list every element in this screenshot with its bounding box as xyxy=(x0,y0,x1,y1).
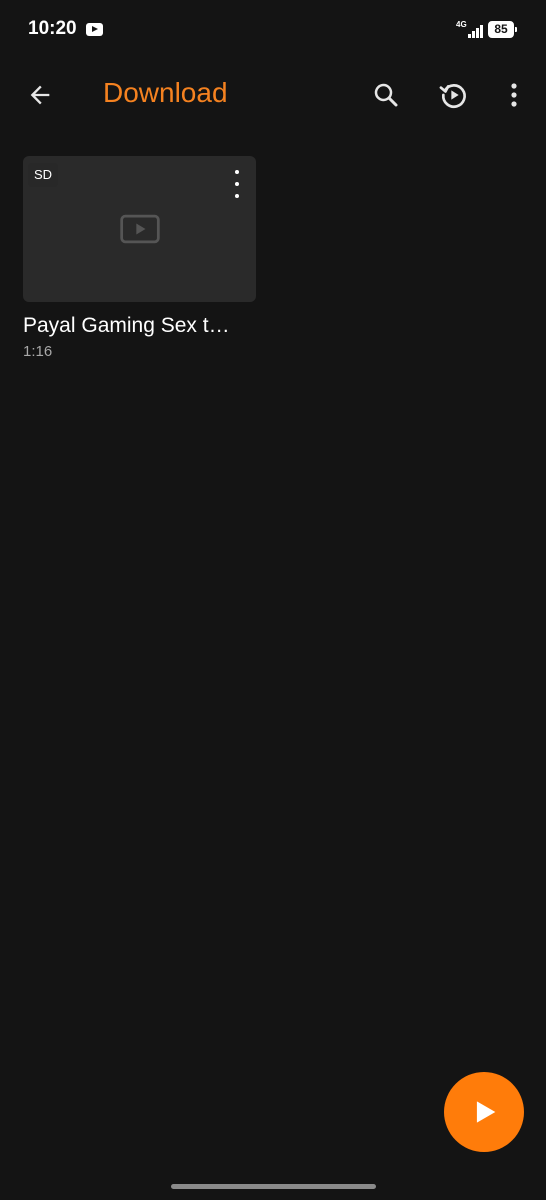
video-item[interactable]: SD Payal Gaming Sex t… 1:16 xyxy=(23,156,256,360)
play-icon xyxy=(476,1101,496,1123)
video-thumbnail[interactable]: SD xyxy=(23,156,256,302)
search-icon xyxy=(374,83,398,107)
more-vertical-icon xyxy=(511,83,517,107)
history-play-icon xyxy=(439,84,466,108)
video-more-options-button[interactable] xyxy=(230,170,244,198)
network-type: 4G xyxy=(456,20,467,29)
arrow-left-icon xyxy=(30,85,50,105)
battery-indicator: 85 xyxy=(488,21,517,38)
search-button[interactable] xyxy=(364,73,408,117)
status-time: 10:20 xyxy=(28,18,77,39)
app-bar: Download xyxy=(0,60,546,130)
quality-badge: SD xyxy=(28,163,59,187)
signal-icon: 4G xyxy=(456,20,486,40)
video-title[interactable]: Payal Gaming Sex t… xyxy=(23,313,256,339)
back-button[interactable] xyxy=(18,73,62,117)
status-bar: 10:20 4G 85 xyxy=(0,0,546,60)
more-options-button[interactable] xyxy=(492,73,536,117)
page-title: Download xyxy=(103,77,228,108)
history-button[interactable] xyxy=(432,73,476,117)
youtube-icon xyxy=(86,23,103,36)
video-duration: 1:16 xyxy=(23,343,53,360)
home-indicator[interactable] xyxy=(171,1184,376,1189)
play-fab-button[interactable] xyxy=(444,1072,524,1152)
